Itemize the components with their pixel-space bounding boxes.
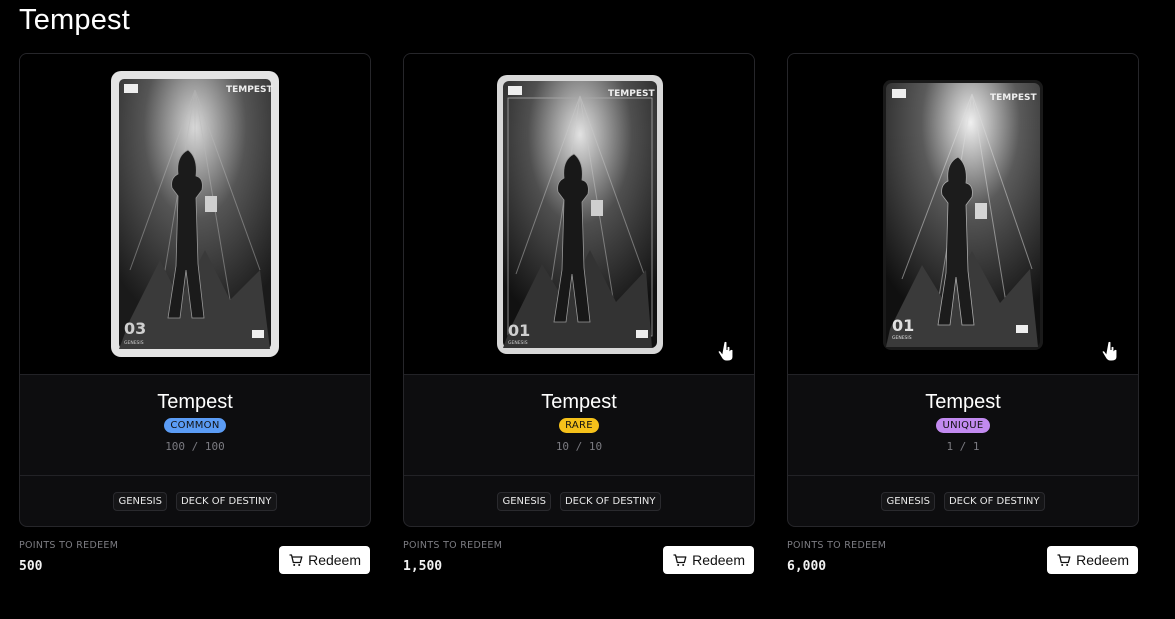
svg-text:01: 01 bbox=[892, 316, 914, 335]
tarot-card-image: TEMPEST 01 GENESIS bbox=[882, 79, 1044, 351]
card-info: Tempest COMMON 100 / 100 bbox=[20, 375, 370, 476]
tag-genesis[interactable]: GENESIS bbox=[881, 491, 935, 511]
supply-count: 10 / 10 bbox=[555, 440, 603, 453]
tag-deck-of-destiny[interactable]: DECK OF DESTINY bbox=[943, 491, 1045, 511]
cart-icon bbox=[289, 553, 303, 566]
tag-list: GENESIS DECK OF DESTINY bbox=[20, 476, 370, 526]
card-column: TEMPEST 03 GENESIS Tempest COMMON 100 / … bbox=[19, 53, 371, 587]
svg-text:TEMPEST: TEMPEST bbox=[226, 85, 273, 95]
points-value: 500 bbox=[19, 559, 43, 574]
tag-deck-of-destiny[interactable]: DECK OF DESTINY bbox=[175, 491, 277, 511]
card-name: Tempest bbox=[541, 391, 617, 413]
nft-card[interactable]: TEMPEST 01 GENESIS Tempest RARE 10 / 10 … bbox=[403, 53, 755, 527]
card-column: TEMPEST 01 GENESIS Tempest RARE 10 / 10 … bbox=[403, 53, 755, 587]
svg-text:03: 03 bbox=[124, 319, 146, 338]
pointer-hand-icon bbox=[1102, 340, 1118, 362]
card-name: Tempest bbox=[157, 391, 233, 413]
pointer-hand-icon bbox=[718, 340, 734, 362]
redeem-row: POINTS TO REDEEM 6,000 Redeem bbox=[787, 527, 1139, 587]
nft-card[interactable]: TEMPEST 01 GENESIS Tempest UNIQUE 1 / 1 … bbox=[787, 53, 1139, 527]
card-name: Tempest bbox=[925, 391, 1001, 413]
svg-text:GENESIS: GENESIS bbox=[508, 340, 528, 346]
tag-deck-of-destiny[interactable]: DECK OF DESTINY bbox=[559, 491, 661, 511]
page-title: Tempest bbox=[19, 4, 130, 36]
card-media[interactable]: TEMPEST 01 GENESIS bbox=[788, 54, 1138, 375]
points-value: 1,500 bbox=[403, 559, 443, 574]
cart-icon bbox=[673, 553, 687, 566]
svg-text:TEMPEST: TEMPEST bbox=[990, 93, 1037, 103]
redeem-button[interactable]: Redeem bbox=[663, 546, 754, 574]
card-info: Tempest RARE 10 / 10 bbox=[404, 375, 754, 476]
points-label: POINTS TO REDEEM bbox=[787, 540, 887, 551]
rarity-badge: UNIQUE bbox=[936, 418, 990, 433]
card-column: TEMPEST 01 GENESIS Tempest UNIQUE 1 / 1 … bbox=[787, 53, 1139, 587]
cart-icon bbox=[1057, 553, 1071, 566]
svg-text:01: 01 bbox=[508, 321, 530, 340]
tarot-card-image: TEMPEST 03 GENESIS bbox=[110, 70, 280, 358]
svg-text:TEMPEST: TEMPEST bbox=[608, 89, 655, 99]
rarity-badge: COMMON bbox=[164, 418, 226, 433]
points-value: 6,000 bbox=[787, 559, 827, 574]
points-label: POINTS TO REDEEM bbox=[403, 540, 503, 551]
rarity-badge: RARE bbox=[559, 418, 599, 433]
svg-text:GENESIS: GENESIS bbox=[892, 335, 912, 341]
tag-genesis[interactable]: GENESIS bbox=[113, 491, 167, 511]
tag-list: GENESIS DECK OF DESTINY bbox=[404, 476, 754, 526]
redeem-button[interactable]: Redeem bbox=[1047, 546, 1138, 574]
svg-text:GENESIS: GENESIS bbox=[124, 340, 144, 346]
redeem-row: POINTS TO REDEEM 500 Redeem bbox=[19, 527, 371, 587]
tarot-card-image: TEMPEST 01 GENESIS bbox=[496, 74, 664, 355]
tag-genesis[interactable]: GENESIS bbox=[497, 491, 551, 511]
points-label: POINTS TO REDEEM bbox=[19, 540, 119, 551]
tag-list: GENESIS DECK OF DESTINY bbox=[788, 476, 1138, 526]
redeem-label: Redeem bbox=[308, 552, 361, 568]
redeem-label: Redeem bbox=[692, 552, 745, 568]
card-media[interactable]: TEMPEST 03 GENESIS bbox=[20, 54, 370, 375]
redeem-row: POINTS TO REDEEM 1,500 Redeem bbox=[403, 527, 755, 587]
supply-count: 100 / 100 bbox=[165, 440, 225, 453]
card-info: Tempest UNIQUE 1 / 1 bbox=[788, 375, 1138, 476]
supply-count: 1 / 1 bbox=[946, 440, 980, 453]
card-media[interactable]: TEMPEST 01 GENESIS bbox=[404, 54, 754, 375]
redeem-label: Redeem bbox=[1076, 552, 1129, 568]
nft-card[interactable]: TEMPEST 03 GENESIS Tempest COMMON 100 / … bbox=[19, 53, 371, 527]
redeem-button[interactable]: Redeem bbox=[279, 546, 370, 574]
